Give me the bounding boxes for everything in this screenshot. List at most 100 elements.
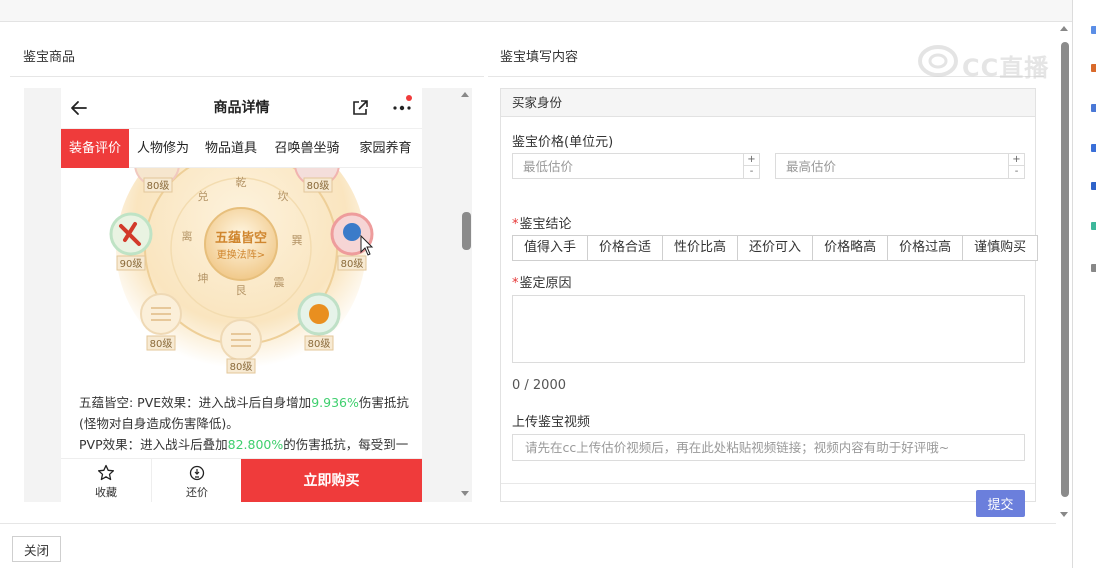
appraisal-dialog: 鉴宝商品 鉴宝填写内容 CC直播 商品详情 装备评价 人物修为 物品道具 召唤兽… — [0, 22, 1072, 568]
appraisal-form-title: 鉴宝填写内容 — [500, 50, 579, 65]
desc-text: PVP效果：进入战斗后叠加 — [79, 437, 228, 452]
form-footer-divider — [501, 483, 1035, 484]
haggle-button[interactable]: 还价 — [151, 459, 241, 502]
watermark-logo: CC直播 — [918, 42, 1064, 82]
required-mark: * — [512, 276, 519, 291]
tab-summons[interactable]: 召唤兽坐骑 — [265, 129, 349, 168]
level-right: 80级 — [341, 258, 364, 270]
video-link-input[interactable] — [512, 434, 1025, 461]
conclusion-option[interactable]: 谨慎购买 — [963, 236, 1038, 260]
change-formation[interactable]: 更换法阵> — [217, 248, 265, 261]
notification-dot — [406, 95, 412, 101]
formation-artwork: 乾 坎 巽 震 艮 坤 离 兑 五蕴皆空 更换法阵> 80级 80级 90级 8… — [61, 168, 422, 386]
scroll-up-arrow-icon[interactable] — [461, 92, 469, 97]
level-bottom-right: 80级 — [308, 338, 331, 350]
max-price-decrement[interactable]: - — [1009, 166, 1024, 178]
conclusion-label-text: 鉴宝结论 — [519, 217, 572, 232]
desc-value-pvp: 82.800% — [227, 437, 284, 452]
tab-items[interactable]: 物品道具 — [197, 129, 265, 168]
buy-now-button[interactable]: 立即购买 — [241, 459, 422, 502]
top-bar — [0, 0, 1072, 22]
scroll-thumb[interactable] — [462, 212, 471, 250]
reason-label: *鉴定原因 — [512, 272, 572, 291]
max-price-input[interactable] — [776, 154, 1006, 178]
scroll-up-arrow-icon[interactable] — [1060, 26, 1068, 31]
rune-8: 兑 — [198, 189, 209, 203]
watermark-text: CC直播 — [962, 54, 1050, 82]
side-icon[interactable] — [1091, 144, 1096, 152]
max-price-increment[interactable]: + — [1009, 154, 1024, 166]
side-icon[interactable] — [1091, 64, 1096, 72]
video-label: 上传鉴宝视频 — [512, 415, 591, 430]
close-button[interactable]: 关闭 — [12, 536, 61, 562]
tab-character[interactable]: 人物修为 — [129, 129, 197, 168]
conclusion-option[interactable]: 价格略高 — [813, 236, 889, 260]
scroll-thumb[interactable] — [1061, 42, 1069, 497]
level-left: 90级 — [120, 258, 143, 270]
share-icon[interactable] — [351, 99, 369, 117]
tab-equipment[interactable]: 装备评价 — [61, 129, 129, 168]
rune-7: 离 — [182, 229, 193, 243]
favorite-button[interactable]: 收藏 — [61, 459, 151, 502]
formation-name: 五蕴皆空 — [215, 230, 267, 246]
min-price-input[interactable] — [513, 154, 743, 178]
side-icon[interactable] — [1091, 264, 1096, 272]
preview-header: 商品详情 — [61, 88, 422, 128]
conclusion-option[interactable]: 性价比高 — [663, 236, 739, 260]
appraisal-form: 买家身份 鉴宝价格(单位元) + - + - *鉴宝结论 值得入手 价格合适 性… — [500, 88, 1039, 517]
buyer-identity-header: 买家身份 — [501, 89, 1035, 117]
favorite-label: 收藏 — [95, 486, 117, 499]
side-icon[interactable] — [1091, 104, 1096, 112]
reason-char-counter: 0 / 2000 — [512, 378, 566, 393]
haggle-icon — [189, 465, 205, 481]
conclusion-options: 值得入手 价格合适 性价比高 还价可入 价格略高 价格过高 谨慎购买 — [512, 235, 1039, 261]
haggle-label: 还价 — [186, 486, 208, 499]
side-panel-strip — [1072, 0, 1096, 568]
product-detail-preview: 商品详情 装备评价 人物修为 物品道具 召唤兽坐骑 家园养育 乾 坎 巽 震 艮… — [61, 88, 422, 502]
desc-text: (怪物对自身造成伤害降低)。 — [79, 416, 239, 431]
side-icon[interactable] — [1091, 182, 1096, 190]
star-icon — [97, 464, 115, 481]
conclusion-label: *鉴宝结论 — [512, 213, 572, 232]
conclusion-option[interactable]: 价格合适 — [588, 236, 664, 260]
max-price-field: + - — [775, 153, 1025, 179]
rune-5: 艮 — [236, 284, 247, 297]
conclusion-option[interactable]: 价格过高 — [888, 236, 964, 260]
level-bottom-left: 80级 — [150, 338, 173, 350]
max-price-stepper: + - — [1008, 154, 1024, 178]
rune-3: 巽 — [292, 234, 303, 247]
more-icon[interactable] — [391, 100, 413, 116]
scroll-down-arrow-icon[interactable] — [461, 491, 469, 496]
effect-description: 五蕴皆空: PVE效果：进入战斗后自身增加9.936%伤害抵抗 (怪物对自身造成… — [79, 392, 419, 455]
min-price-increment[interactable]: + — [744, 154, 759, 166]
side-icon[interactable] — [1091, 26, 1096, 34]
desc-value-pve: 9.936% — [311, 395, 359, 410]
level-top-left: 80级 — [147, 180, 170, 192]
tab-home[interactable]: 家园养育 — [349, 129, 422, 168]
watermark-icon — [918, 45, 958, 77]
min-price-decrement[interactable]: - — [744, 166, 759, 178]
appraisal-item-title: 鉴宝商品 — [23, 50, 76, 65]
conclusion-option[interactable]: 还价可入 — [738, 236, 814, 260]
rune-6: 坤 — [198, 271, 209, 285]
desc-text: 五蕴皆空: PVE效果：进入战斗后自身增加 — [79, 395, 312, 410]
submit-button[interactable]: 提交 — [976, 490, 1025, 517]
conclusion-option[interactable]: 值得入手 — [513, 236, 589, 260]
dialog-scrollbar[interactable] — [1056, 22, 1072, 522]
level-top-right: 80级 — [307, 180, 330, 192]
level-bottom: 80级 — [230, 361, 253, 373]
min-price-stepper: + - — [743, 154, 759, 178]
rune-2: 坎 — [278, 190, 289, 203]
desc-text: 的伤害抵抗，每受到一 — [283, 437, 409, 452]
left-divider — [10, 76, 484, 77]
scroll-down-arrow-icon[interactable] — [1060, 512, 1068, 517]
reason-label-text: 鉴定原因 — [519, 276, 572, 291]
side-icon[interactable] — [1091, 222, 1096, 230]
reason-textarea[interactable] — [512, 295, 1025, 363]
preview-action-bar: 收藏 还价 立即购买 — [61, 458, 422, 502]
min-price-field: + - — [512, 153, 760, 179]
preview-scrollbar[interactable] — [458, 88, 472, 502]
rune-1: 乾 — [236, 176, 247, 189]
footer-divider — [0, 523, 1056, 524]
price-label: 鉴宝价格(单位元) — [512, 135, 614, 150]
